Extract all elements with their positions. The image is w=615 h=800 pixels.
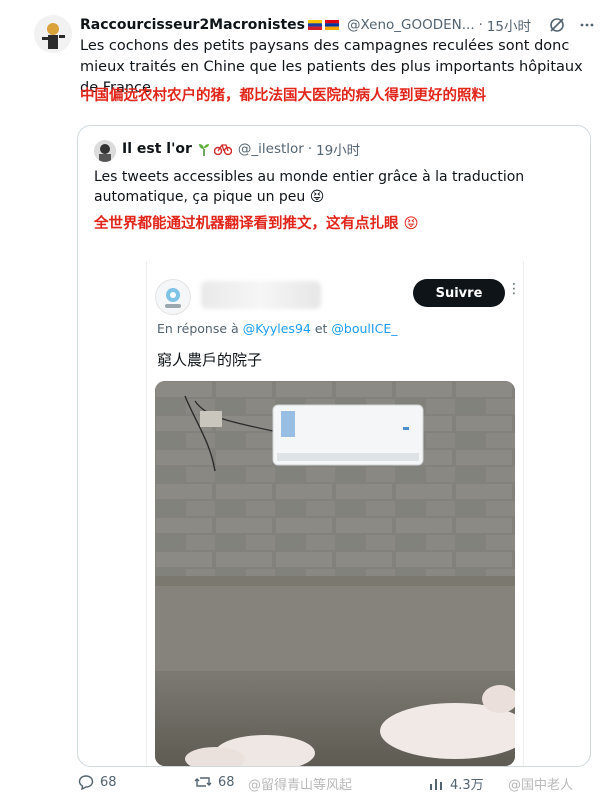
tweet-translation: 中国偏远农村农户的猪，都比法国大医院的病人得到更好的照料 bbox=[80, 88, 486, 104]
quote-translation: 全世界都能通过机器翻译看到推文，这有点扎眼 😝 bbox=[94, 216, 419, 232]
tweet-header: Raccourcisseur2Macronistes @Xeno_GOODEN.… bbox=[80, 14, 595, 36]
quote-author-name[interactable]: Il est l'or bbox=[122, 141, 192, 157]
grok-icon[interactable] bbox=[549, 17, 565, 33]
reply-user-link[interactable]: @boulICE_ bbox=[331, 321, 397, 336]
tweet-actions: 68 68 @留得青山等风起 4.3万 @国中老人 bbox=[0, 770, 615, 800]
views-icon bbox=[430, 778, 442, 790]
author-handle[interactable]: @Xeno_GOODEN... bbox=[347, 17, 475, 33]
embedded-author-avatar bbox=[155, 279, 191, 315]
bicycle-icon bbox=[213, 144, 232, 156]
quote-author-handle[interactable]: @_ilestlor bbox=[238, 141, 304, 157]
blurred-username bbox=[201, 281, 321, 309]
watermark: @国中老人 bbox=[508, 778, 574, 793]
quote-header: Il est l'or @_ilestlor · 19小时 bbox=[122, 139, 360, 159]
separator-dot: · bbox=[478, 17, 483, 33]
reply-action[interactable]: 68 bbox=[78, 774, 117, 790]
more-options-icon[interactable]: ⋮ bbox=[507, 281, 521, 297]
views-action[interactable]: 4.3万 bbox=[428, 774, 484, 793]
more-options-icon[interactable] bbox=[579, 17, 595, 33]
quoted-tweet[interactable]: Il est l'or @_ilestlor · 19小时 Les tweets… bbox=[77, 125, 591, 767]
seedling-icon bbox=[198, 144, 209, 156]
quote-text: Les tweets accessibles au monde entier g… bbox=[94, 169, 525, 205]
reply-icon bbox=[78, 775, 94, 790]
separator-dot: · bbox=[307, 141, 312, 157]
follow-button[interactable]: Suivre bbox=[413, 279, 505, 307]
watermark: @留得青山等风起 bbox=[248, 778, 353, 793]
reply-user-link[interactable]: @Kyyles94 bbox=[243, 321, 311, 336]
embedded-tweet-screenshot[interactable]: Suivre ⋮ En réponse à @Kyyles94 et @boul… bbox=[146, 261, 524, 766]
quote-author-avatar[interactable] bbox=[94, 140, 116, 162]
embedded-tweet-text: 窮人農戶的院子 bbox=[157, 351, 263, 369]
views-count: 4.3万 bbox=[450, 778, 484, 793]
reply-count: 68 bbox=[100, 774, 117, 790]
quote-time[interactable]: 19小时 bbox=[316, 139, 360, 159]
retweet-action[interactable]: 68 bbox=[194, 774, 235, 790]
author-avatar[interactable] bbox=[34, 15, 72, 53]
flag-venezuela-icon bbox=[308, 20, 323, 30]
reply-context: En réponse à @Kyyles94 et @boulICE_ bbox=[157, 321, 397, 336]
reply-prefix: En réponse à bbox=[157, 321, 239, 336]
author-name[interactable]: Raccourcisseur2Macronistes bbox=[80, 17, 305, 33]
retweet-count: 68 bbox=[218, 774, 235, 790]
tweet-photo[interactable] bbox=[155, 381, 515, 766]
reply-and: et bbox=[314, 321, 328, 336]
tweet-time[interactable]: 15小时 bbox=[487, 15, 531, 35]
retweet-icon bbox=[194, 777, 212, 787]
flag-armenia-icon bbox=[325, 20, 340, 30]
